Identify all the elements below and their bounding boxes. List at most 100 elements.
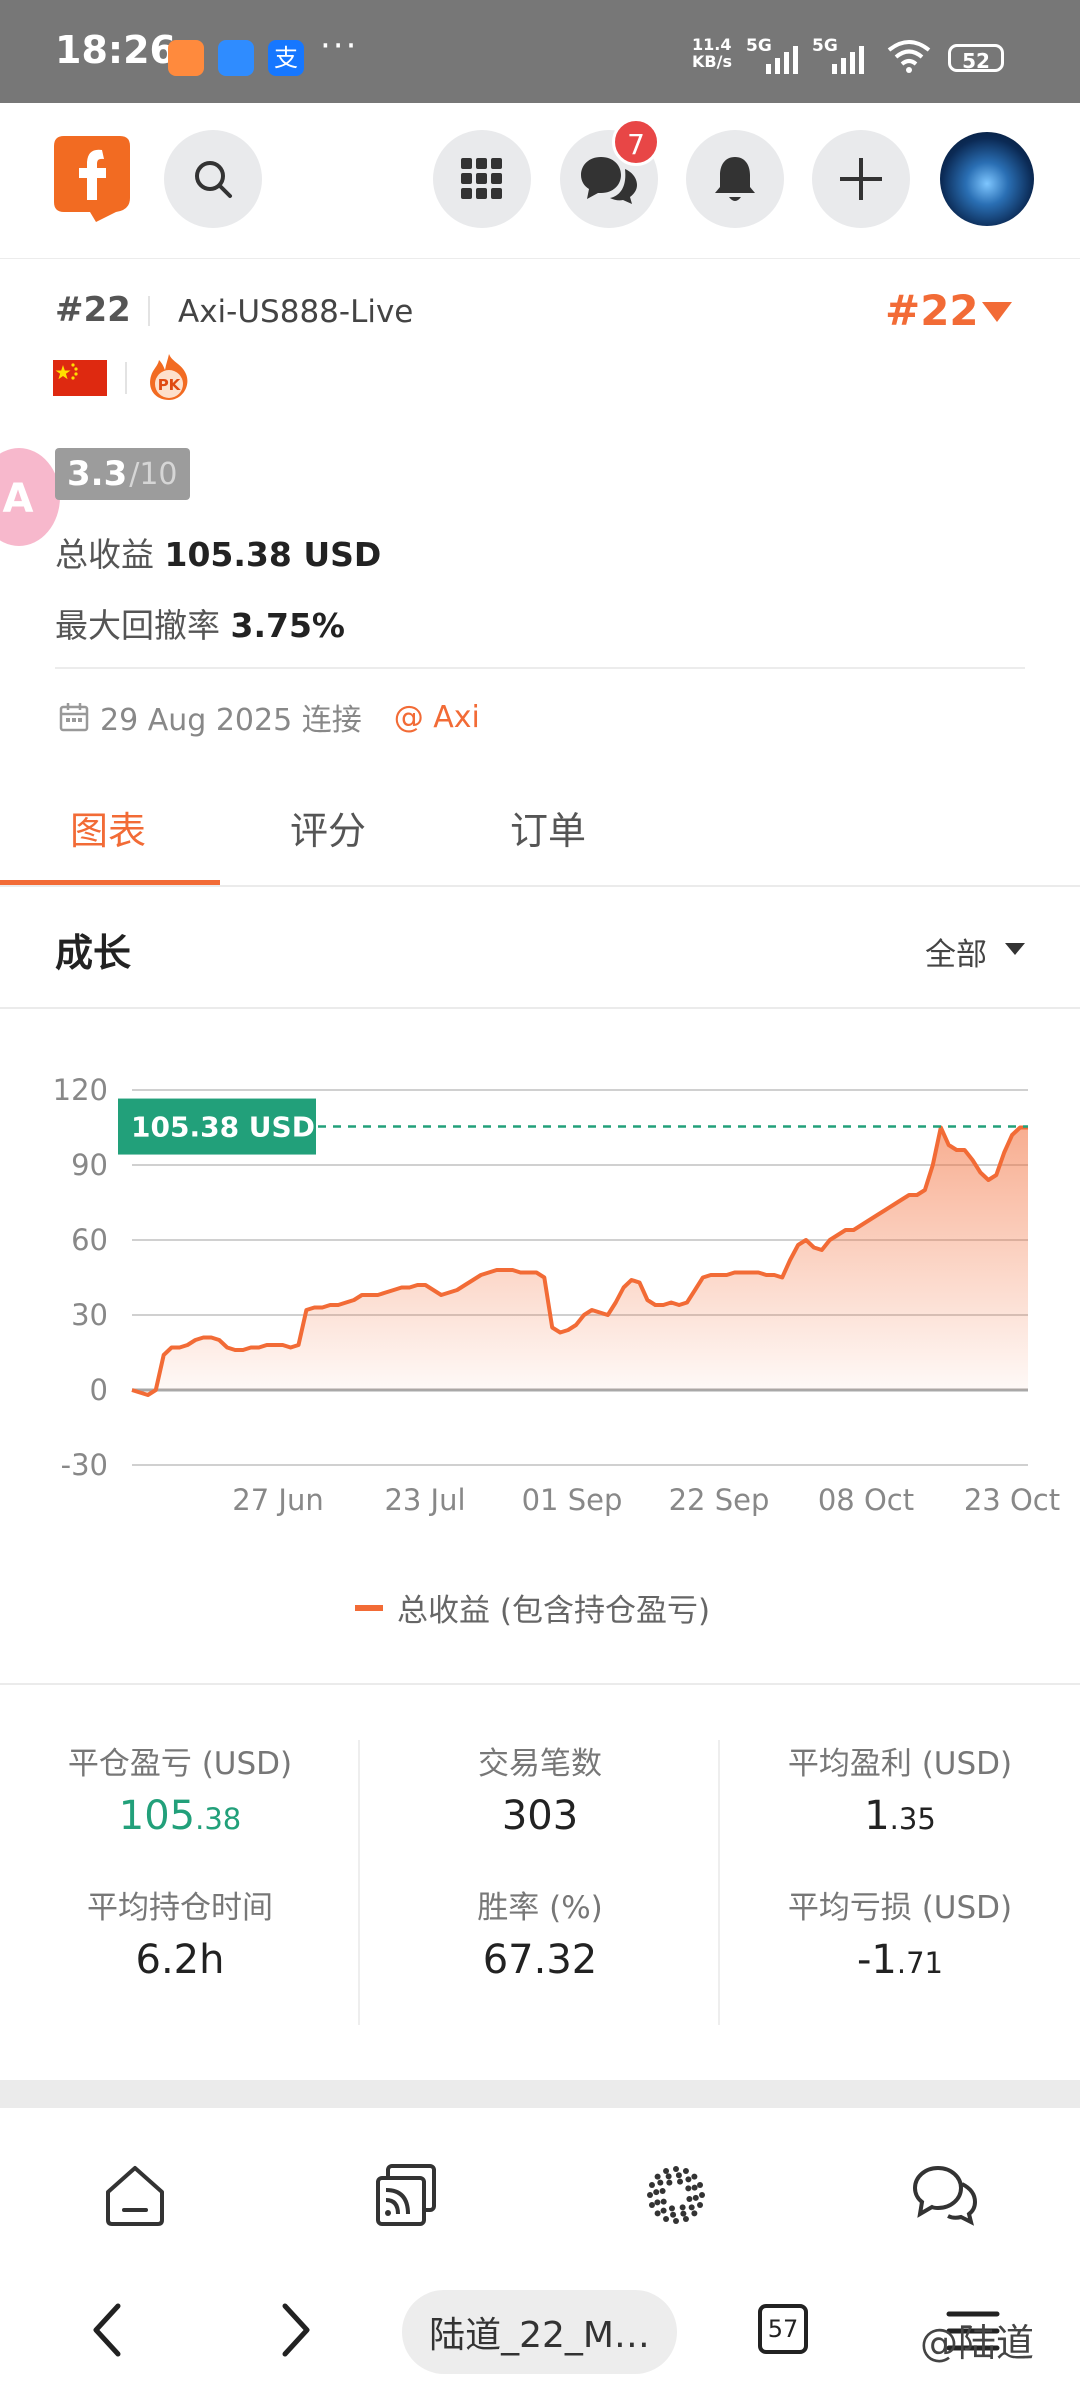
pk-flame-icon[interactable]: PK	[146, 352, 192, 402]
growth-chart: 120 90 60 30 0 -30 27 Jun 23 Jul 01 Sep 22 Sep 08…	[53, 1073, 1060, 1517]
pk-label: PK	[158, 376, 182, 394]
tab-rating[interactable]: 评分	[290, 800, 366, 855]
x-tick-label: 08 Oct	[818, 1483, 914, 1517]
section-gap	[0, 2080, 1080, 2108]
grid-icon	[461, 158, 502, 199]
rating-max: /10	[129, 456, 178, 492]
broadcast-icon[interactable]	[370, 2160, 440, 2230]
total-profit-row: 总收益 105.38 USD	[55, 528, 381, 576]
alipay-app-icon: 支	[268, 40, 304, 76]
notifications-button[interactable]	[686, 130, 784, 228]
stat-value: 67.32	[482, 1937, 598, 1983]
range-filter[interactable]: 全部	[925, 929, 987, 974]
total-profit-value: 105.38 USD	[164, 535, 382, 574]
tab-chart[interactable]: 图表	[70, 800, 146, 855]
rank-dropdown-icon[interactable]	[980, 300, 1014, 324]
x-tick-label: 27 Jun	[232, 1483, 323, 1517]
message-count-badge: 7	[612, 118, 660, 166]
wallet-app-icon	[218, 40, 254, 76]
rank-large[interactable]: #22	[885, 286, 979, 335]
x-tick-label: 23 Jul	[384, 1483, 465, 1517]
translate-float-button[interactable]: A	[0, 448, 60, 546]
forward-icon[interactable]	[275, 2302, 315, 2358]
calendar-icon	[59, 703, 89, 732]
divider	[0, 885, 1080, 887]
network-speed-unit: KB/s	[692, 52, 732, 71]
divider	[55, 667, 1025, 669]
wifi-icon	[887, 40, 931, 73]
search-icon	[195, 161, 232, 198]
more-notifications-icon: ···	[320, 26, 359, 66]
max-drawdown-value: 3.75%	[230, 606, 346, 645]
network-speed-value: 11.4	[692, 35, 732, 54]
status-time: 18:26	[55, 28, 176, 72]
divider	[0, 1683, 1080, 1685]
divider	[358, 1740, 360, 2025]
signal-2-icon	[832, 42, 864, 74]
chevron-down-icon[interactable]	[1004, 942, 1026, 956]
stat-value: 1.35	[864, 1793, 936, 1839]
add-button[interactable]	[812, 130, 910, 228]
x-axis: 27 Jun 23 Jul 01 Sep 22 Sep 08 Oct 23 Oct	[232, 1483, 1060, 1517]
stat-label: 平仓盈亏 (USD)	[67, 1746, 293, 1782]
stat-closed-pnl: 平仓盈亏 (USD) 105.38	[0, 1738, 360, 1839]
y-tick-label: -30	[61, 1448, 108, 1482]
y-axis: 120 90 60 30 0 -30	[53, 1073, 108, 1482]
account-name: Axi-US888-Live	[178, 294, 414, 330]
stat-label: 平均盈利 (USD)	[787, 1746, 1013, 1782]
divider	[0, 1007, 1080, 1009]
current-value-label: 105.38 USD	[131, 1111, 315, 1144]
growth-title: 成长	[55, 931, 132, 975]
tab-orders[interactable]: 订单	[510, 800, 586, 855]
stat-label: 胜率 (%)	[477, 1890, 603, 1926]
rating-value: 3.3	[67, 454, 128, 494]
x-tick-label: 22 Sep	[669, 1483, 770, 1517]
network-speed: 11.4 KB/s	[692, 36, 732, 70]
avatar[interactable]	[940, 132, 1034, 226]
stat-avg-loss: 平均亏损 (USD) -1.71	[720, 1882, 1080, 1983]
status-bar: 18:26 支 ··· 11.4 KB/s 5G 5G 52	[0, 0, 1080, 103]
max-drawdown-label: 最大回撤率	[55, 606, 220, 645]
taobao-app-icon	[168, 40, 204, 76]
y-tick-label: 120	[53, 1073, 108, 1107]
home-icon[interactable]	[100, 2160, 170, 2230]
stat-value: 303	[501, 1793, 579, 1839]
y-tick-label: 30	[71, 1298, 108, 1332]
y-tick-label: 60	[71, 1223, 108, 1257]
signal-1-icon	[766, 42, 798, 74]
divider	[718, 1740, 720, 2025]
stat-label: 平均持仓时间	[87, 1890, 273, 1926]
x-tick-label: 23 Oct	[964, 1483, 1060, 1517]
connection-info: 29 Aug 2025 连接 @ Axi	[58, 695, 480, 739]
url-bar[interactable]: 陆道_22_M…	[402, 2290, 677, 2374]
discover-icon[interactable]	[641, 2160, 711, 2230]
battery-indicator: 52	[948, 44, 1004, 73]
back-icon[interactable]	[88, 2302, 128, 2358]
rank-small: #22	[55, 290, 131, 330]
broker-link[interactable]: @ Axi	[394, 700, 480, 735]
bell-icon	[715, 157, 755, 201]
divider	[125, 362, 127, 394]
legend-swatch	[355, 1604, 383, 1611]
china-flag-icon	[53, 360, 107, 396]
connected-date: 29 Aug 2025 连接	[100, 703, 362, 738]
apps-button[interactable]	[433, 130, 531, 228]
stat-win-rate: 胜率 (%) 67.32	[360, 1882, 720, 1983]
stat-label: 平均亏损 (USD)	[787, 1890, 1013, 1926]
chart-legend[interactable]: 总收益 (包含持仓盈亏)	[355, 1585, 710, 1630]
max-drawdown-row: 最大回撤率 3.75%	[55, 599, 345, 647]
search-button[interactable]	[164, 130, 262, 228]
divider	[148, 296, 150, 326]
chat-bubble-icon[interactable]	[910, 2160, 980, 2230]
app-header	[0, 103, 1080, 259]
y-tick-label: 90	[71, 1148, 108, 1182]
svg-text:A: A	[3, 476, 34, 522]
stat-value: 6.2h	[135, 1937, 225, 1983]
stat-value: -1.71	[856, 1937, 943, 1983]
stat-avg-hold-time: 平均持仓时间 6.2h	[0, 1882, 360, 1983]
stat-avg-profit: 平均盈利 (USD) 1.35	[720, 1738, 1080, 1839]
app-logo-icon[interactable]	[50, 132, 134, 224]
legend-label: 总收益 (包含持仓盈亏)	[397, 1593, 711, 1629]
tab-count-button[interactable]: 57	[758, 2304, 808, 2354]
stat-trade-count: 交易笔数 303	[360, 1738, 720, 1839]
